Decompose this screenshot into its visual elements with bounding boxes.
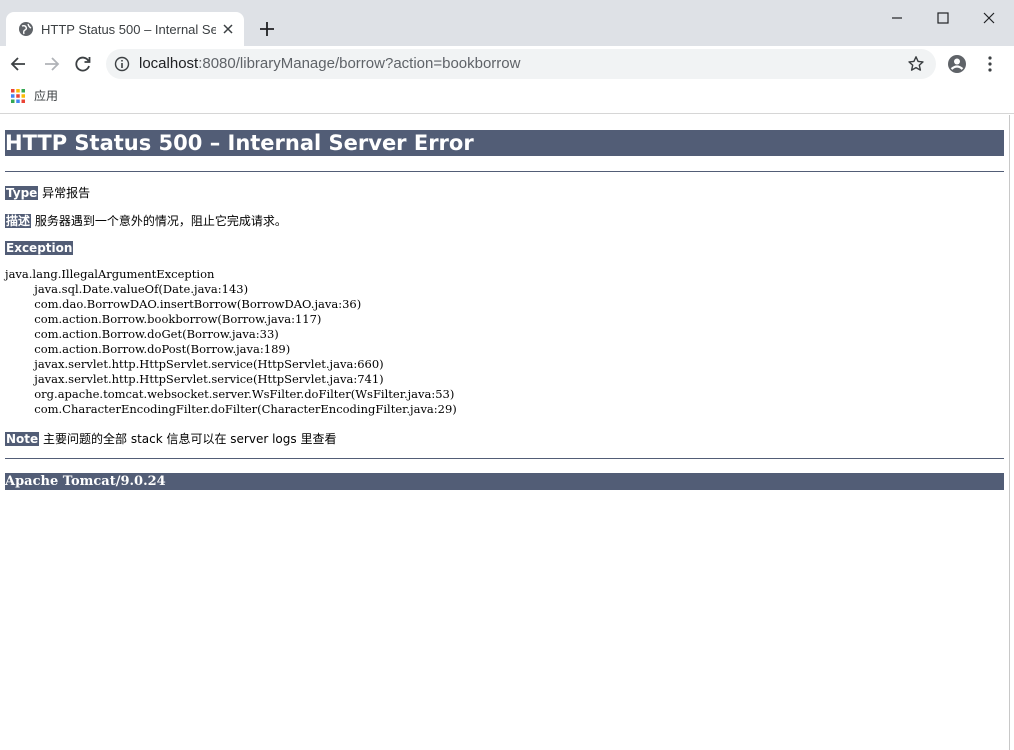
server-footer: Apache Tomcat/9.0.24 (5, 473, 1004, 490)
star-icon[interactable] (907, 55, 925, 73)
info-icon[interactable] (114, 56, 130, 72)
globe-icon (19, 22, 33, 36)
type-label: Type (5, 186, 39, 200)
note-label: Note (5, 432, 40, 446)
close-window-icon[interactable] (978, 8, 1000, 28)
description-line: 描述 服务器遇到一个意外的情况，阻止它完成请求。 (5, 213, 287, 229)
note-line: Note 主要问题的全部 stack 信息可以在 server logs 里查看 (5, 431, 336, 447)
tab-title: HTTP Status 500 – Internal Server Error (41, 22, 216, 37)
plus-icon[interactable] (256, 18, 278, 40)
divider (5, 171, 1004, 172)
address-bar[interactable]: localhost:8080/libraryManage/borrow?acti… (106, 49, 936, 79)
url-host: localhost (139, 55, 199, 72)
minimize-icon[interactable] (886, 8, 908, 28)
stack-line: javax.servlet.http.HttpServlet.service(H… (5, 357, 384, 371)
type-line: Type 异常报告 (5, 185, 90, 201)
stack-line: com.dao.BorrowDAO.insertBorrow(BorrowDAO… (5, 297, 362, 311)
stack-trace: java.lang.IllegalArgumentException java.… (5, 267, 457, 417)
apps-grid-icon[interactable] (11, 89, 25, 103)
page-content: HTTP Status 500 – Internal Server Error … (0, 115, 1010, 750)
stack-line: javax.servlet.http.HttpServlet.service(H… (5, 372, 384, 386)
browser-window: HTTP Status 500 – Internal Server Error (0, 0, 1014, 750)
back-arrow-icon[interactable] (9, 54, 29, 74)
apps-bookmark-label[interactable]: 应用 (34, 88, 58, 104)
type-value: 异常报告 (42, 186, 91, 200)
tab-strip: HTTP Status 500 – Internal Server Error (0, 0, 1014, 46)
maximize-icon[interactable] (932, 8, 954, 28)
stack-line: com.action.Borrow.doGet(Borrow.java:33) (5, 327, 279, 341)
exception-label: Exception (5, 241, 74, 255)
close-icon[interactable] (220, 21, 236, 37)
reload-icon[interactable] (73, 54, 93, 74)
tab-active[interactable]: HTTP Status 500 – Internal Server Error (6, 12, 244, 46)
stack-line: org.apache.tomcat.websocket.server.WsFil… (5, 387, 455, 401)
stack-line: com.action.Borrow.bookborrow(Borrow.java… (5, 312, 322, 326)
kebab-menu-icon[interactable] (982, 54, 998, 74)
note-value: 主要问题的全部 stack 信息可以在 server logs 里查看 (43, 432, 337, 446)
exception-line: Exception (5, 240, 74, 256)
profile-icon[interactable] (947, 54, 967, 74)
stack-line: com.CharacterEncodingFilter.doFilter(Cha… (5, 402, 457, 416)
url-text[interactable]: localhost:8080/libraryManage/borrow?acti… (139, 55, 520, 73)
stack-line: com.action.Borrow.doPost(Borrow.java:189… (5, 342, 291, 356)
url-path: :8080/libraryManage/borrow?action=bookbo… (198, 55, 521, 72)
stack-line: java.lang.IllegalArgumentException (5, 267, 215, 281)
description-value: 服务器遇到一个意外的情况，阻止它完成请求。 (34, 214, 287, 228)
stack-line: java.sql.Date.valueOf(Date.java:143) (5, 282, 249, 296)
bookmarks-bar: 应用 (0, 82, 1014, 114)
description-label: 描述 (5, 214, 32, 228)
browser-toolbar: localhost:8080/libraryManage/borrow?acti… (0, 46, 1014, 82)
forward-arrow-icon[interactable] (41, 54, 61, 74)
page-title: HTTP Status 500 – Internal Server Error (5, 130, 1004, 156)
divider (5, 458, 1004, 459)
